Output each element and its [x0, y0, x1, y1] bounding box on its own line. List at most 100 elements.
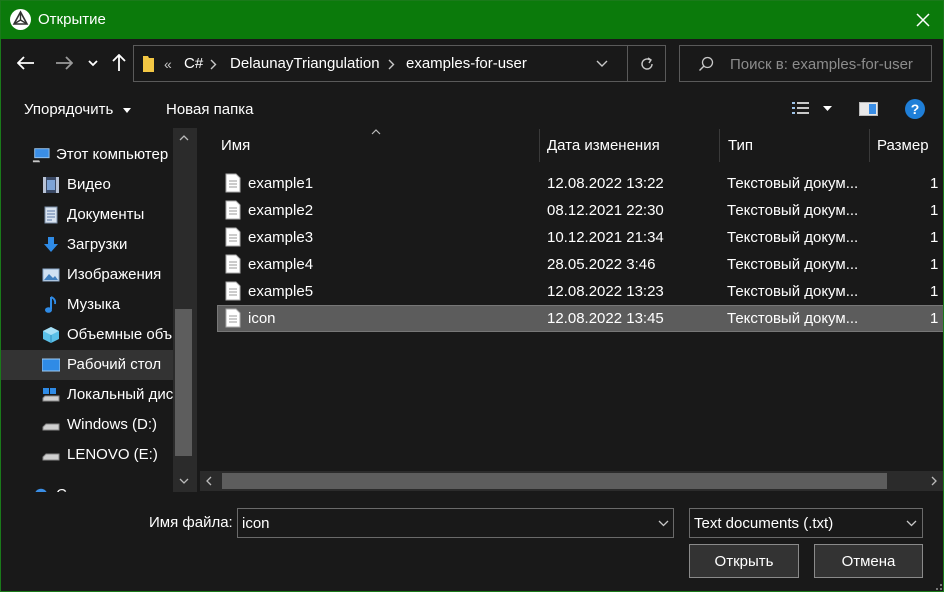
- file-type-select[interactable]: Text documents (.txt): [689, 508, 923, 538]
- scrollbar-thumb[interactable]: [222, 473, 887, 489]
- nav-item-documents[interactable]: Документы: [1, 200, 173, 230]
- chevron-down-icon[interactable]: [658, 520, 669, 527]
- documents-folder-icon: [44, 206, 58, 224]
- file-name-value[interactable]: icon: [242, 515, 270, 532]
- nav-item-label: Видео: [67, 176, 111, 193]
- organize-label: Упорядочить: [24, 101, 114, 118]
- nav-item-drive-d[interactable]: Windows (D:): [1, 410, 173, 440]
- text-file-icon: [225, 254, 241, 274]
- file-name: example3: [248, 229, 314, 246]
- text-file-icon: [225, 200, 241, 220]
- preview-pane-button[interactable]: [859, 101, 878, 117]
- desktop-folder-icon: [42, 358, 60, 372]
- help-button[interactable]: ?: [905, 99, 925, 119]
- chevron-right-icon[interactable]: [210, 59, 217, 70]
- caret-down-icon: [123, 107, 132, 113]
- file-name: example2: [248, 202, 314, 219]
- column-separator[interactable]: [719, 129, 720, 162]
- chevron-right-icon[interactable]: [388, 59, 395, 70]
- scroll-down-icon[interactable]: [179, 478, 189, 484]
- open-button[interactable]: Открыть: [689, 544, 799, 578]
- file-type: Текстовый докум...: [727, 283, 859, 300]
- video-folder-icon: [43, 177, 59, 193]
- resize-grip-icon[interactable]: [931, 579, 943, 591]
- forward-button[interactable]: [50, 49, 78, 77]
- file-size: 1: [930, 175, 939, 192]
- file-row[interactable]: example3 10.12.2021 21:34 Текстовый доку…: [217, 224, 943, 251]
- back-button[interactable]: [12, 49, 40, 77]
- column-header-size[interactable]: Размер: [877, 137, 929, 154]
- text-file-icon: [225, 173, 241, 193]
- open-file-dialog: Открытие « C# DelaunayTriangulation exam…: [0, 0, 944, 592]
- file-type: Текстовый докум...: [727, 229, 859, 246]
- file-size: 1: [930, 229, 939, 246]
- file-date: 12.08.2022 13:45: [547, 310, 664, 327]
- nav-item-desktop[interactable]: Рабочий стол: [1, 350, 173, 380]
- file-date: 08.12.2021 22:30: [547, 202, 664, 219]
- refresh-icon: [640, 56, 653, 70]
- nav-item-network[interactable]: С: [1, 480, 173, 492]
- downloads-folder-icon: [44, 237, 58, 252]
- view-options-button[interactable]: [791, 100, 837, 120]
- text-file-icon: [225, 227, 241, 247]
- file-row[interactable]: example4 28.05.2022 3:46 Текстовый докум…: [217, 251, 943, 278]
- nav-item-3d-objects[interactable]: Объемные объ: [1, 320, 173, 350]
- breadcrumb-item[interactable]: C#: [184, 55, 203, 72]
- up-button[interactable]: [106, 49, 132, 77]
- details-view-icon: [792, 102, 809, 114]
- file-size: 1: [930, 310, 939, 327]
- arrow-right-icon: [56, 56, 73, 70]
- drive-icon: [42, 423, 60, 431]
- column-header-date[interactable]: Дата изменения: [547, 137, 660, 154]
- cancel-button[interactable]: Отмена: [814, 544, 923, 578]
- folder-icon: [143, 56, 154, 72]
- file-row[interactable]: example1 12.08.2022 13:22 Текстовый доку…: [217, 170, 943, 197]
- breadcrumb-overflow[interactable]: «: [164, 56, 172, 72]
- arrow-up-icon: [112, 54, 126, 71]
- column-header-name[interactable]: Имя: [221, 137, 250, 154]
- refresh-button[interactable]: [628, 46, 665, 81]
- file-row-selected[interactable]: icon 12.08.2022 13:45 Текстовый докум...…: [217, 305, 943, 332]
- scroll-up-icon[interactable]: [179, 135, 189, 141]
- search-input[interactable]: [730, 54, 925, 74]
- address-bar[interactable]: « C# DelaunayTriangulation examples-for-…: [133, 45, 666, 82]
- breadcrumb-item[interactable]: examples-for-user: [406, 55, 527, 72]
- column-separator[interactable]: [869, 129, 870, 162]
- file-type: Текстовый докум...: [727, 202, 859, 219]
- nav-item-this-pc[interactable]: Этот компьютер: [1, 140, 173, 170]
- organize-menu-button[interactable]: Упорядочить: [24, 101, 132, 118]
- pane-divider[interactable]: [195, 128, 197, 492]
- search-box[interactable]: [679, 45, 932, 82]
- address-dropdown-button[interactable]: [584, 46, 620, 81]
- nav-item-downloads[interactable]: Загрузки: [1, 230, 173, 260]
- file-name: icon: [248, 310, 276, 327]
- nav-item-local-disk[interactable]: Локальный дис: [1, 380, 173, 410]
- nav-item-music[interactable]: Музыка: [1, 290, 173, 320]
- file-row[interactable]: example2 08.12.2021 22:30 Текстовый доку…: [217, 197, 943, 224]
- recent-locations-button[interactable]: [81, 49, 105, 77]
- scroll-left-icon[interactable]: [206, 476, 212, 486]
- nav-item-label: Объемные объ: [67, 326, 173, 343]
- file-name-combobox[interactable]: icon: [237, 508, 674, 538]
- file-type: Текстовый докум...: [727, 256, 859, 273]
- nav-item-video[interactable]: Видео: [1, 170, 173, 200]
- new-folder-button[interactable]: Новая папка: [166, 101, 253, 118]
- file-row[interactable]: example5 12.08.2022 13:23 Текстовый доку…: [217, 278, 943, 305]
- text-file-icon: [225, 281, 241, 301]
- nav-pane-scrollbar[interactable]: [173, 128, 195, 492]
- column-separator[interactable]: [539, 129, 540, 162]
- breadcrumb-item[interactable]: DelaunayTriangulation: [230, 55, 380, 72]
- close-button[interactable]: [901, 1, 943, 39]
- drive-icon: [42, 453, 60, 461]
- nav-item-drive-e[interactable]: LENOVO (E:): [1, 440, 173, 470]
- column-header-type[interactable]: Тип: [728, 137, 753, 154]
- nav-item-label: Этот компьютер: [56, 146, 169, 163]
- file-date: 12.08.2022 13:22: [547, 175, 664, 192]
- local-disk-icon: [42, 388, 60, 402]
- file-name: example4: [248, 256, 314, 273]
- nav-item-pictures[interactable]: Изображения: [1, 260, 173, 290]
- preview-pane-icon: [859, 102, 878, 116]
- scrollbar-thumb[interactable]: [175, 309, 192, 456]
- scroll-right-icon[interactable]: [931, 476, 937, 486]
- file-list-scrollbar[interactable]: [200, 471, 943, 491]
